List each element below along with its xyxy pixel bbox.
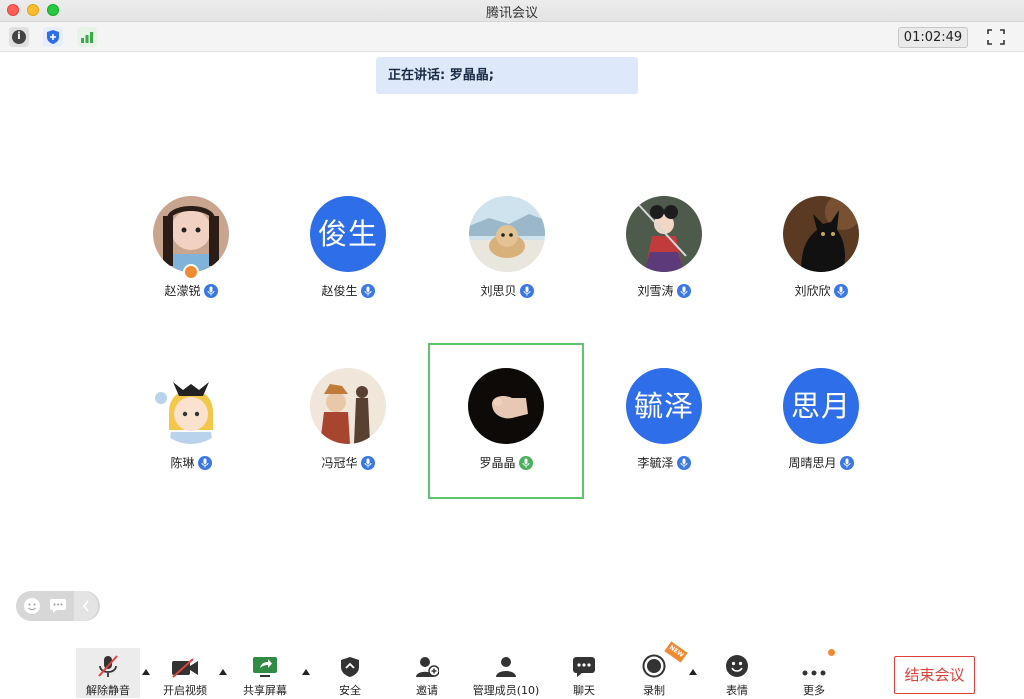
mic-active-icon [518,455,533,470]
participant-tile[interactable]: 刘雪涛 [586,172,742,328]
fullscreen-icon[interactable] [985,27,1007,47]
participant-name: 刘雪涛 [637,284,674,298]
participant-tile[interactable]: 毓泽 李毓泽 [586,344,742,500]
manage-members-button[interactable]: 管理成员(10) [471,648,541,698]
avatar [783,196,859,272]
top-toolbar: i 01:02:49 [0,22,1024,52]
window-title: 腾讯会议 [485,6,538,21]
mic-icon [519,283,534,298]
participant-tile[interactable]: 冯冠华 [270,344,426,500]
floating-quick-bar [16,591,100,621]
mic-icon [839,455,854,470]
avatar: 俊生 [310,196,386,272]
chat-icon [572,652,596,678]
share-options-caret[interactable] [302,669,310,675]
mic-icon [197,455,212,470]
participant-tile[interactable]: 陈琳 [113,344,269,500]
participant-name: 赵俊生 [321,284,358,298]
start-video-button[interactable]: 开启视频 [156,648,214,698]
meeting-timer: 01:02:49 [898,27,968,48]
notification-dot [828,649,835,656]
mic-icon [360,455,375,470]
title-bar: 腾讯会议 [0,0,1024,22]
unmute-button[interactable]: 解除静音 [76,648,140,698]
invite-button[interactable]: 邀请 [405,648,449,698]
participant-name: 冯冠华 [321,456,358,470]
participant-name: 陈琳 [170,456,195,470]
security-button[interactable]: 安全 [328,648,372,698]
emoji-button[interactable]: 表情 [715,648,759,698]
avatar [469,196,545,272]
info-icon[interactable]: i [9,27,29,47]
mic-icon [833,283,848,298]
network-signal-icon[interactable] [77,27,97,47]
participant-tile[interactable]: 俊生 赵俊生 [270,172,426,328]
participant-tile[interactable]: 刘思贝 [429,172,585,328]
avatar [310,368,386,444]
participant-name: 刘欣欣 [794,284,831,298]
chat-button[interactable]: 聊天 [562,648,606,698]
camera-off-icon [171,652,199,678]
avatar [153,196,229,272]
avatar [153,368,229,444]
invite-user-icon [415,652,439,678]
mic-icon [360,283,375,298]
more-dots-icon [801,652,827,678]
avatar [626,196,702,272]
bottom-control-bar: 解除静音 开启视频 共享屏幕 安全 邀请 管理成员(10) 聊天 录制 NEW … [0,641,1024,699]
participant-name: 罗晶晶 [479,456,516,470]
participant-tile[interactable]: 思月 周晴思月 [743,344,899,500]
mic-muted-icon [97,652,119,678]
members-icon [495,652,517,678]
emoji-icon [725,652,749,678]
collapse-chevron-icon[interactable] [74,591,98,621]
avatar: 思月 [783,368,859,444]
chat-bubble-icon[interactable] [48,596,68,616]
participant-tile-speaking[interactable]: 罗晶晶 [428,343,584,499]
unmute-options-caret[interactable] [142,669,150,675]
share-screen-icon [252,652,278,678]
emoji-icon[interactable] [22,596,42,616]
host-badge-icon [183,264,199,280]
speaking-banner: 正在讲话: 罗晶晶; [376,57,638,94]
avatar: 毓泽 [626,368,702,444]
record-options-caret[interactable] [689,669,697,675]
end-meeting-button[interactable]: 结束会议 [894,656,975,694]
mic-icon [203,283,218,298]
participant-name: 周晴思月 [788,456,837,470]
participant-name: 刘思贝 [480,284,517,298]
mic-icon [676,455,691,470]
mic-icon [676,283,691,298]
share-screen-button[interactable]: 共享屏幕 [236,648,294,698]
avatar [468,368,544,444]
record-button[interactable]: 录制 [632,648,676,698]
participant-name: 赵濛锐 [164,284,201,298]
participant-tile[interactable]: 刘欣欣 [743,172,899,328]
security-shield-icon [340,652,360,678]
video-options-caret[interactable] [219,669,227,675]
participant-name: 李毓泽 [637,456,674,470]
participant-tile[interactable]: 赵濛锐 [113,172,269,328]
security-shield-icon[interactable] [43,27,63,47]
record-icon [642,652,666,678]
